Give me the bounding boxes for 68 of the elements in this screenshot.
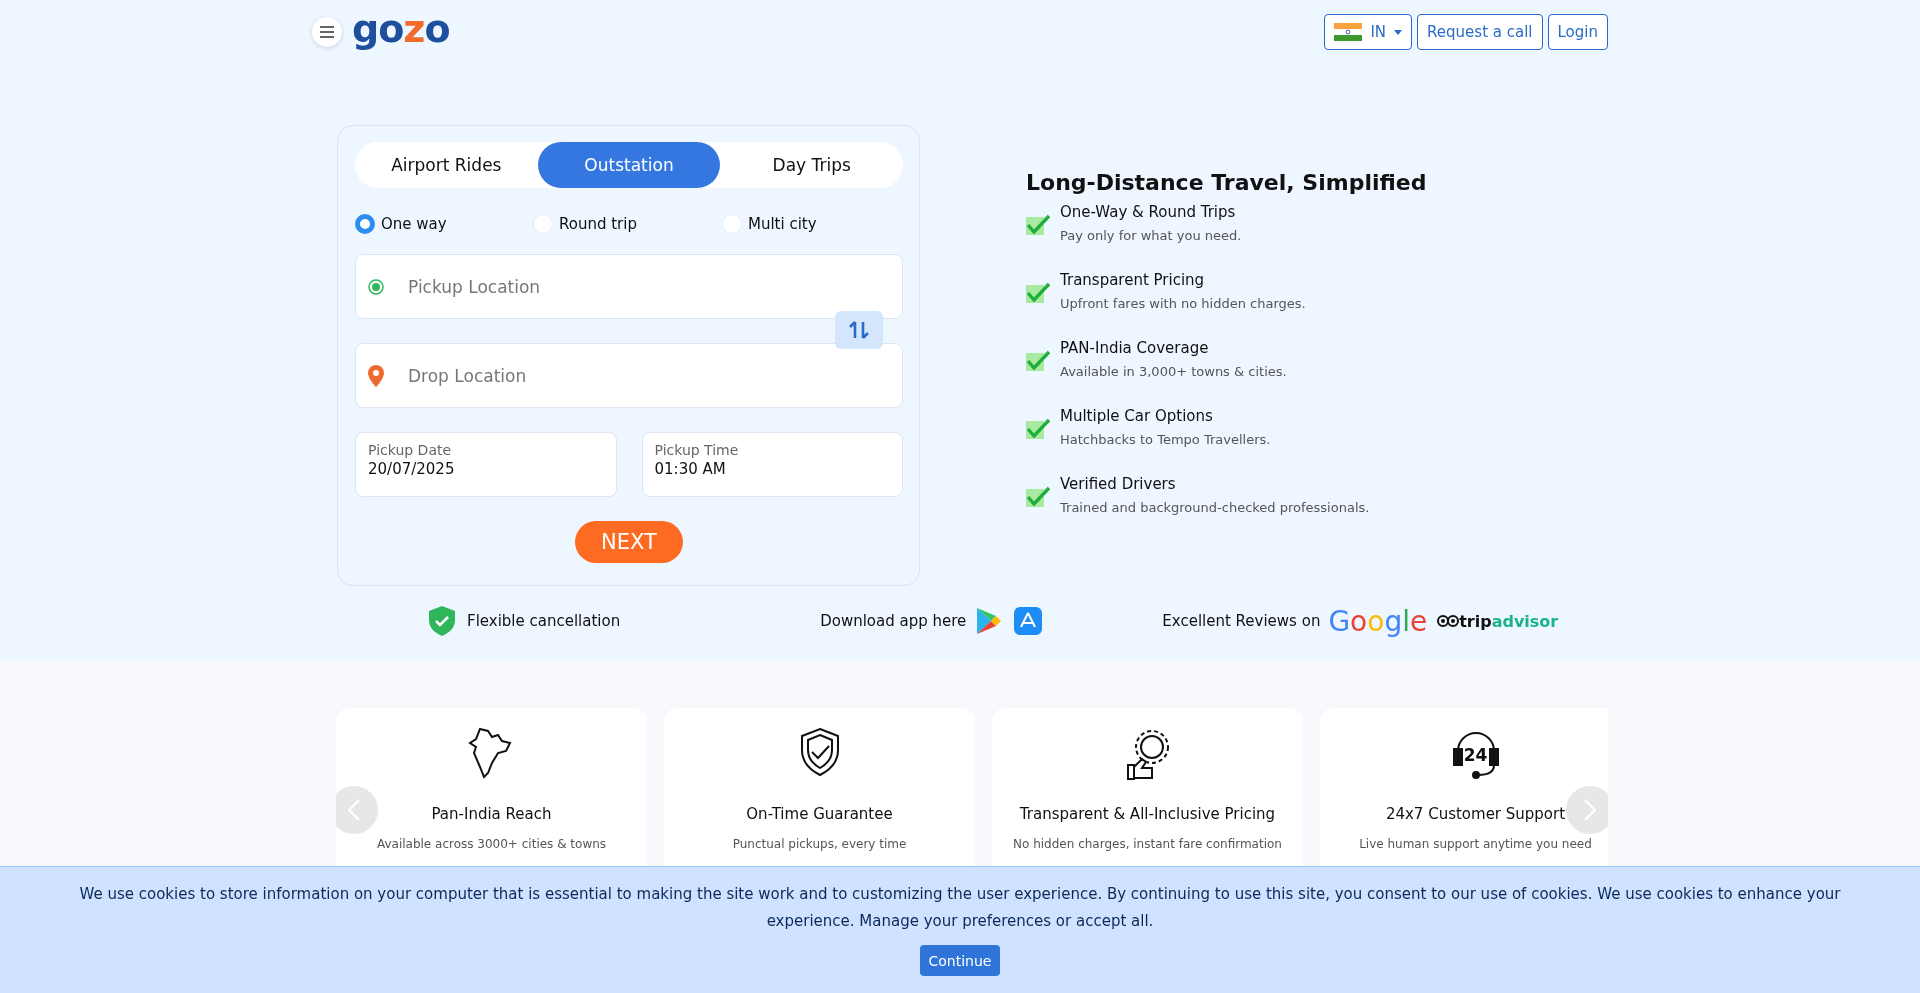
radio-label: One way: [381, 215, 447, 233]
feature-title: 24x7 Customer Support: [1385, 805, 1566, 823]
menu-button[interactable]: [312, 17, 342, 47]
feature-title: Transparent & All-Inclusive Pricing: [1019, 805, 1276, 823]
login-button[interactable]: Login: [1547, 14, 1608, 50]
feature-text: Live human support anytime you need: [1358, 836, 1593, 853]
benefit-text: Upfront fares with no hidden charges.: [1060, 296, 1306, 311]
feature-text: Available across 3000+ cities & towns: [375, 836, 608, 853]
reviews-text: Excellent Reviews on: [1162, 612, 1321, 630]
pickup-input[interactable]: Pickup Location: [406, 275, 902, 298]
field-value: 01:30 AM: [654, 460, 727, 478]
benefit-text: Available in 3,000+ towns & cities.: [1060, 364, 1287, 379]
benefit-title: One-Way & Round Trips: [1060, 203, 1237, 221]
trip-tab[interactable]: Outstation: [537, 142, 721, 188]
benefit-title: Verified Drivers: [1060, 475, 1177, 493]
continue-button[interactable]: Continue: [919, 945, 1001, 976]
radio-label: Multi city: [748, 215, 817, 233]
tripadvisor-logo: tripadvisor: [1459, 611, 1559, 631]
download-text: Download app here: [820, 612, 967, 630]
swap-button[interactable]: [835, 311, 883, 349]
check-icon: [1026, 349, 1050, 373]
check-icon: [1026, 417, 1050, 441]
trip-tab[interactable]: Day Trips: [720, 142, 903, 188]
swap-arrows-icon: [848, 320, 870, 340]
menu-icon: [320, 26, 334, 38]
owl-eyes-icon: [1437, 614, 1460, 628]
chevron-left-icon: [348, 799, 360, 821]
play-store-icon[interactable]: [976, 607, 1003, 635]
app-store-icon[interactable]: [1014, 607, 1043, 635]
benefit-title: Transparent Pricing: [1060, 271, 1206, 289]
check-icon: [1026, 281, 1050, 305]
trip-tab[interactable]: Airport Rides: [355, 142, 538, 188]
radio-label: Round trip: [559, 215, 637, 233]
chevron-right-icon: [1584, 799, 1596, 821]
logo[interactable]: gozo: [352, 10, 450, 48]
feature-text: Punctual pickups, every time: [731, 836, 908, 853]
benefit-title: Multiple Car Options: [1060, 407, 1214, 425]
radio-button[interactable]: [355, 214, 375, 234]
google-logo: Google: [1328, 604, 1428, 638]
field-label: Pickup Date: [368, 442, 453, 458]
feature-text: No hidden charges, instant fare confirmation: [1012, 836, 1283, 853]
check-icon: [1026, 213, 1050, 237]
drop-field[interactable]: Drop Location: [355, 343, 903, 408]
country-selector[interactable]: IN: [1324, 14, 1413, 50]
benefit-text: Trained and background-checked professionals.: [1060, 500, 1370, 515]
shield-check-icon: [429, 606, 455, 636]
location-pin-icon: [368, 364, 384, 387]
feature-title: Pan-India Reach: [431, 805, 552, 823]
cookie-text: We use cookies to store information on your computer that is essential to making the site work and to customizing the user experience. By continuing to use this site, you consent to our use of cookies. We use cookies to enhance your experience. Manage your preferences or accept all.: [78, 884, 1842, 932]
field-label: Pickup Time: [654, 442, 740, 458]
drop-input[interactable]: Drop Location: [406, 364, 902, 387]
benefit-text: Hatchbacks to Tempo Travellers.: [1060, 432, 1271, 447]
benefits-title: Long-Distance Travel, Simplified: [1026, 170, 1427, 195]
support-hours-label: 24: [1463, 745, 1488, 765]
check-icon: [1026, 485, 1050, 509]
cancellation-text: Flexible cancellation: [467, 612, 621, 630]
time-field[interactable]: Pickup Time 01:30 AM: [641, 432, 903, 497]
benefit-text: Pay only for what you need.: [1060, 228, 1242, 243]
next-button[interactable]: NEXT: [575, 521, 683, 563]
request-call-button[interactable]: Request a call: [1417, 14, 1543, 50]
pickup-field[interactable]: Pickup Location: [355, 254, 903, 319]
feature-title: On-Time Guarantee: [746, 805, 893, 823]
caret-icon: [1394, 29, 1403, 35]
date-field[interactable]: Pickup Date 20/07/2025: [355, 432, 617, 497]
benefit-title: PAN-India Coverage: [1060, 339, 1210, 357]
flag-icon: [1334, 23, 1363, 41]
field-value: 20/07/2025: [368, 460, 456, 478]
pickup-dot-icon: [368, 278, 384, 295]
